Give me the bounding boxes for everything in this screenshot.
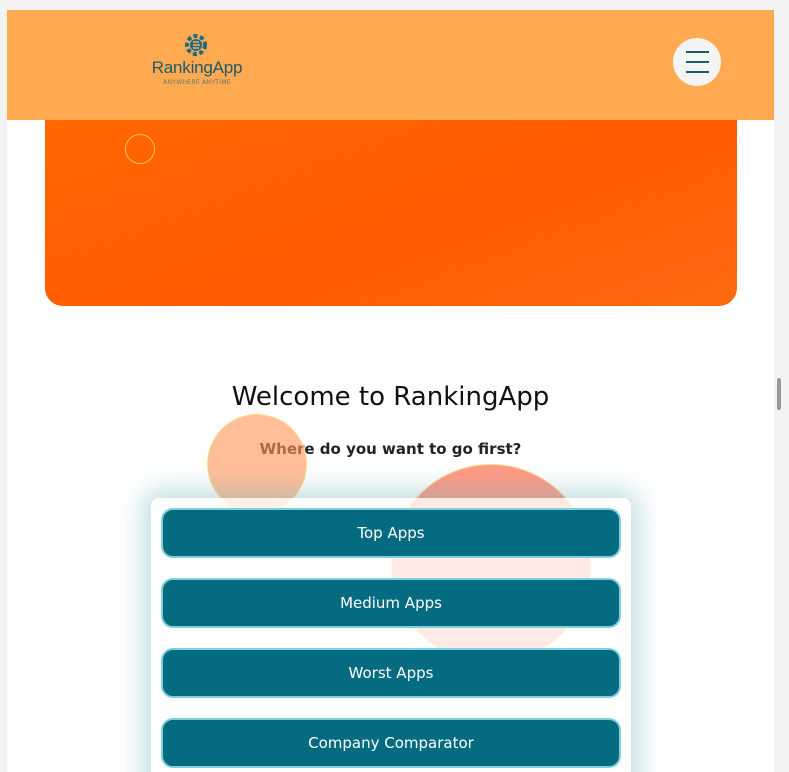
logo-tagline: ANYWHERE ANYTIME [163,79,231,86]
page-scrollbar[interactable] [774,10,789,772]
medium-apps-button[interactable]: Medium Apps [161,578,621,628]
top-apps-button[interactable]: Top Apps [161,508,621,558]
page-title: Welcome to RankingApp [231,382,550,412]
company-comparator-button[interactable]: Company Comparator [161,718,621,768]
page-subtitle: Where do you want to go first? [259,440,522,458]
menu-button[interactable] [673,38,721,86]
scrollbar-thumb[interactable] [777,378,781,410]
logo[interactable]: RankingApp ANYWHERE ANYTIME [149,32,245,90]
site-header: RankingApp ANYWHERE ANYTIME [7,10,774,120]
page: RankingApp ANYWHERE ANYTIME Welcome to R… [7,10,774,772]
hero-decor-circle [125,134,155,164]
worst-apps-button[interactable]: Worst Apps [161,648,621,698]
logo-text: RankingApp [151,58,243,77]
navigation-card: Top Apps Medium Apps Worst Apps Company … [151,498,631,772]
gear-icon [185,34,207,56]
